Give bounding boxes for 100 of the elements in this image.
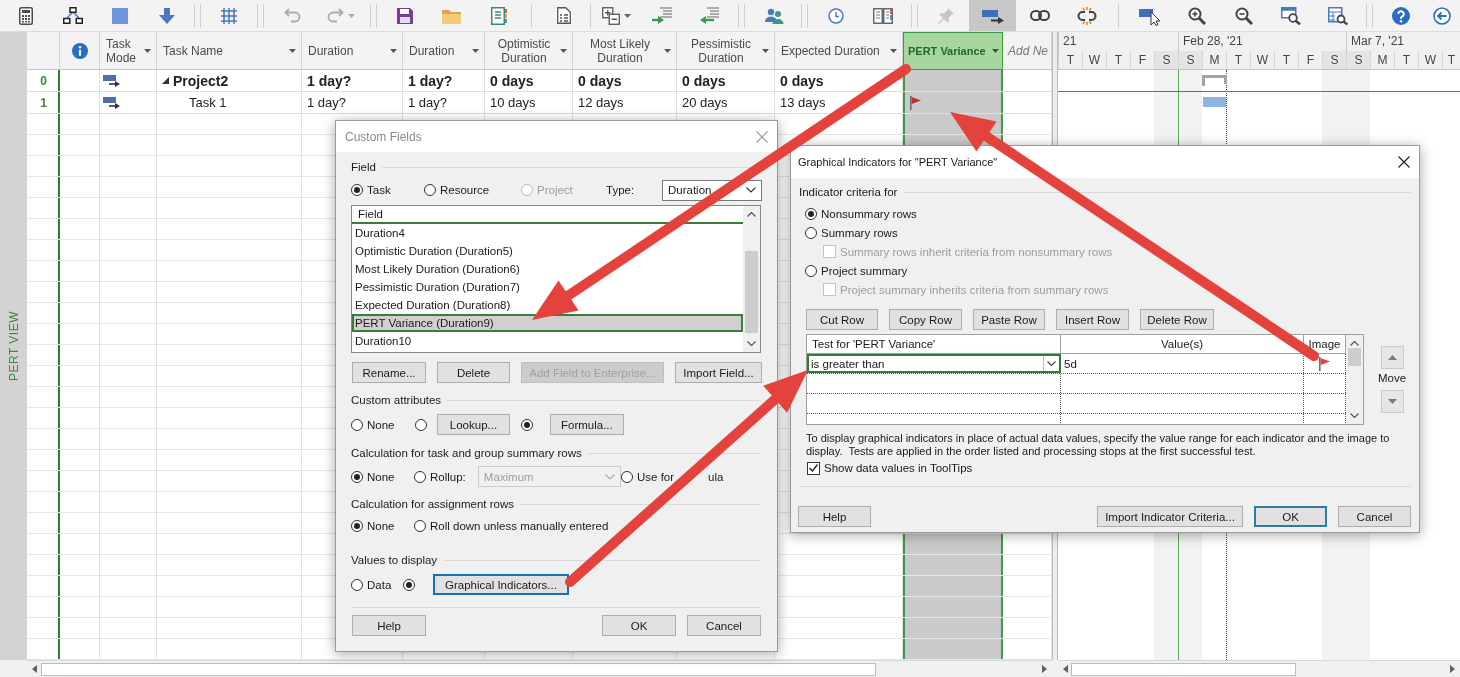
dialog-button[interactable]: Cancel	[1338, 506, 1411, 527]
dialog-button[interactable]: Help	[352, 615, 426, 636]
caret-icon	[762, 48, 769, 53]
table-cell: 10 days	[485, 92, 573, 114]
down-button[interactable]	[1380, 390, 1404, 413]
zoom-out-icon	[1234, 6, 1253, 25]
radio-button[interactable]: Nonsummary rows	[805, 207, 917, 220]
scrollbar-thumb[interactable]	[1071, 662, 1296, 676]
list-item[interactable]: Duration4	[352, 224, 743, 242]
radio-button[interactable]: None	[351, 520, 395, 532]
radio-button[interactable]: Data	[351, 578, 392, 591]
radio-button[interactable]	[403, 578, 415, 591]
radio-button[interactable]: Roll down unless manually entered	[414, 520, 609, 532]
add-remove-icon	[601, 6, 620, 25]
column-header[interactable]: PERT Variance	[903, 32, 1003, 70]
column-header[interactable]: Pessimistic Duration	[677, 32, 775, 70]
dialog-button[interactable]: Cancel	[687, 615, 761, 636]
day-cell: T	[1106, 51, 1130, 69]
caret-icon	[560, 48, 567, 53]
chevron-up-icon[interactable]	[747, 212, 756, 217]
column-header[interactable]: Expected Duration	[775, 32, 903, 70]
list-item[interactable]: Duration10	[352, 332, 743, 350]
list-item[interactable]: Expected Duration (Duration8)	[352, 296, 743, 314]
list-item[interactable]: Optimistic Duration (Duration5)	[352, 242, 743, 260]
dialog-button[interactable]: Paste Row	[973, 309, 1045, 330]
column-header[interactable]: Task Name	[157, 32, 302, 70]
row-number[interactable]: 0	[27, 70, 60, 92]
back-icon	[1433, 6, 1451, 25]
dialog-button[interactable]: Rename...	[352, 362, 426, 383]
horizontal-scrollbar[interactable]	[1058, 660, 1460, 677]
vertical-scrollbar[interactable]	[1346, 335, 1363, 424]
day-cell: M	[1370, 51, 1394, 69]
day-cell: W	[1082, 51, 1106, 69]
close-button[interactable]	[1397, 155, 1411, 169]
scrollbar-thumb[interactable]	[41, 662, 876, 676]
chevron-down-icon	[1047, 361, 1056, 366]
chevron-down-icon[interactable]	[1350, 413, 1359, 418]
folder-icon	[442, 7, 461, 24]
chevron-down-icon[interactable]	[747, 341, 756, 346]
caret-icon	[992, 49, 999, 53]
flag-icon	[1318, 356, 1331, 371]
task-mode-icon	[103, 74, 120, 87]
zoom-in-icon	[1187, 6, 1206, 25]
dialog-button[interactable]: OK	[602, 615, 676, 636]
radio-button[interactable]: Summary rows	[805, 226, 898, 239]
up-button[interactable]	[1380, 346, 1404, 369]
radio-button[interactable]: Task	[351, 184, 391, 196]
scrollbar-thumb[interactable]	[1348, 348, 1361, 366]
dialog-button[interactable]: Copy Row	[889, 309, 962, 330]
day-cell: T	[1442, 51, 1460, 69]
radio-button[interactable]: Use for ula	[621, 470, 724, 483]
column-header[interactable]	[60, 32, 100, 70]
clock-icon	[827, 7, 844, 24]
triangle-right-icon[interactable]	[1042, 665, 1047, 673]
column-header[interactable]: Optimistic Duration	[485, 32, 573, 70]
table-cell: 1 day?	[403, 92, 485, 114]
dialog-button[interactable]: Formula...	[550, 414, 624, 435]
list-item[interactable]: Pessimistic Duration (Duration7)	[352, 278, 743, 296]
dialog-button[interactable]: Delete	[437, 362, 510, 383]
dialog-button[interactable]: OK	[1254, 506, 1327, 527]
column-header: Test for 'PERT Variance'	[807, 335, 1061, 353]
test-dropdown[interactable]: is greater than	[807, 354, 1061, 373]
radio-button[interactable]	[415, 418, 427, 431]
column-header[interactable]: Add Ne	[1003, 32, 1052, 70]
chevron-up-icon[interactable]	[1350, 341, 1359, 346]
dialog-button[interactable]: Cut Row	[806, 309, 878, 330]
radio-button[interactable]	[521, 418, 533, 431]
list-item[interactable]: Most Likely Duration (Duration6)	[352, 260, 743, 278]
dialog-button[interactable]: Import Indicator Criteria...	[1097, 506, 1243, 527]
radio-button[interactable]: Project summary	[805, 264, 908, 277]
radio-button[interactable]: None	[351, 418, 395, 431]
column-header[interactable]: Most Likely Duration	[573, 32, 677, 70]
dialog-button[interactable]: Import Field...	[675, 362, 762, 383]
dialog-button[interactable]: Graphical Indicators...	[433, 574, 569, 595]
link-icon	[1029, 10, 1050, 21]
day-cell: T	[1226, 51, 1250, 69]
triangle-right-icon[interactable]	[1450, 665, 1455, 673]
radio-button[interactable]: None	[351, 470, 395, 483]
dialog-button[interactable]: Delete Row	[1140, 309, 1214, 330]
radio-button[interactable]: Resource	[424, 184, 490, 196]
network-diagram-icon	[62, 7, 83, 24]
column-header[interactable]: Task Mode	[100, 32, 157, 70]
dialog-button[interactable]: Insert Row	[1056, 309, 1129, 330]
triangle-left-icon[interactable]	[32, 665, 37, 673]
checkbox[interactable]: Show data values in ToolTips	[807, 461, 973, 475]
scrollbar-thumb[interactable]	[745, 251, 758, 333]
column-header[interactable]: Duration	[403, 32, 485, 70]
vertical-scrollbar[interactable]	[743, 206, 760, 352]
bar-arrow-icon	[981, 7, 1004, 24]
dialog-button[interactable]: Lookup...	[437, 414, 510, 435]
close-icon	[1398, 156, 1410, 168]
dialog-button[interactable]: Help	[798, 506, 871, 527]
summary-bar[interactable]	[1202, 75, 1227, 86]
list-item[interactable]: PERT Variance (Duration9)	[352, 314, 743, 332]
table-cell: 0 days	[573, 70, 677, 92]
collapse-triangle-icon[interactable]	[162, 77, 169, 84]
column-header[interactable]: Duration	[302, 32, 403, 70]
row-number[interactable]: 1	[27, 92, 60, 114]
triangle-left-icon[interactable]	[1063, 665, 1068, 673]
day-cell: S	[1178, 51, 1202, 69]
